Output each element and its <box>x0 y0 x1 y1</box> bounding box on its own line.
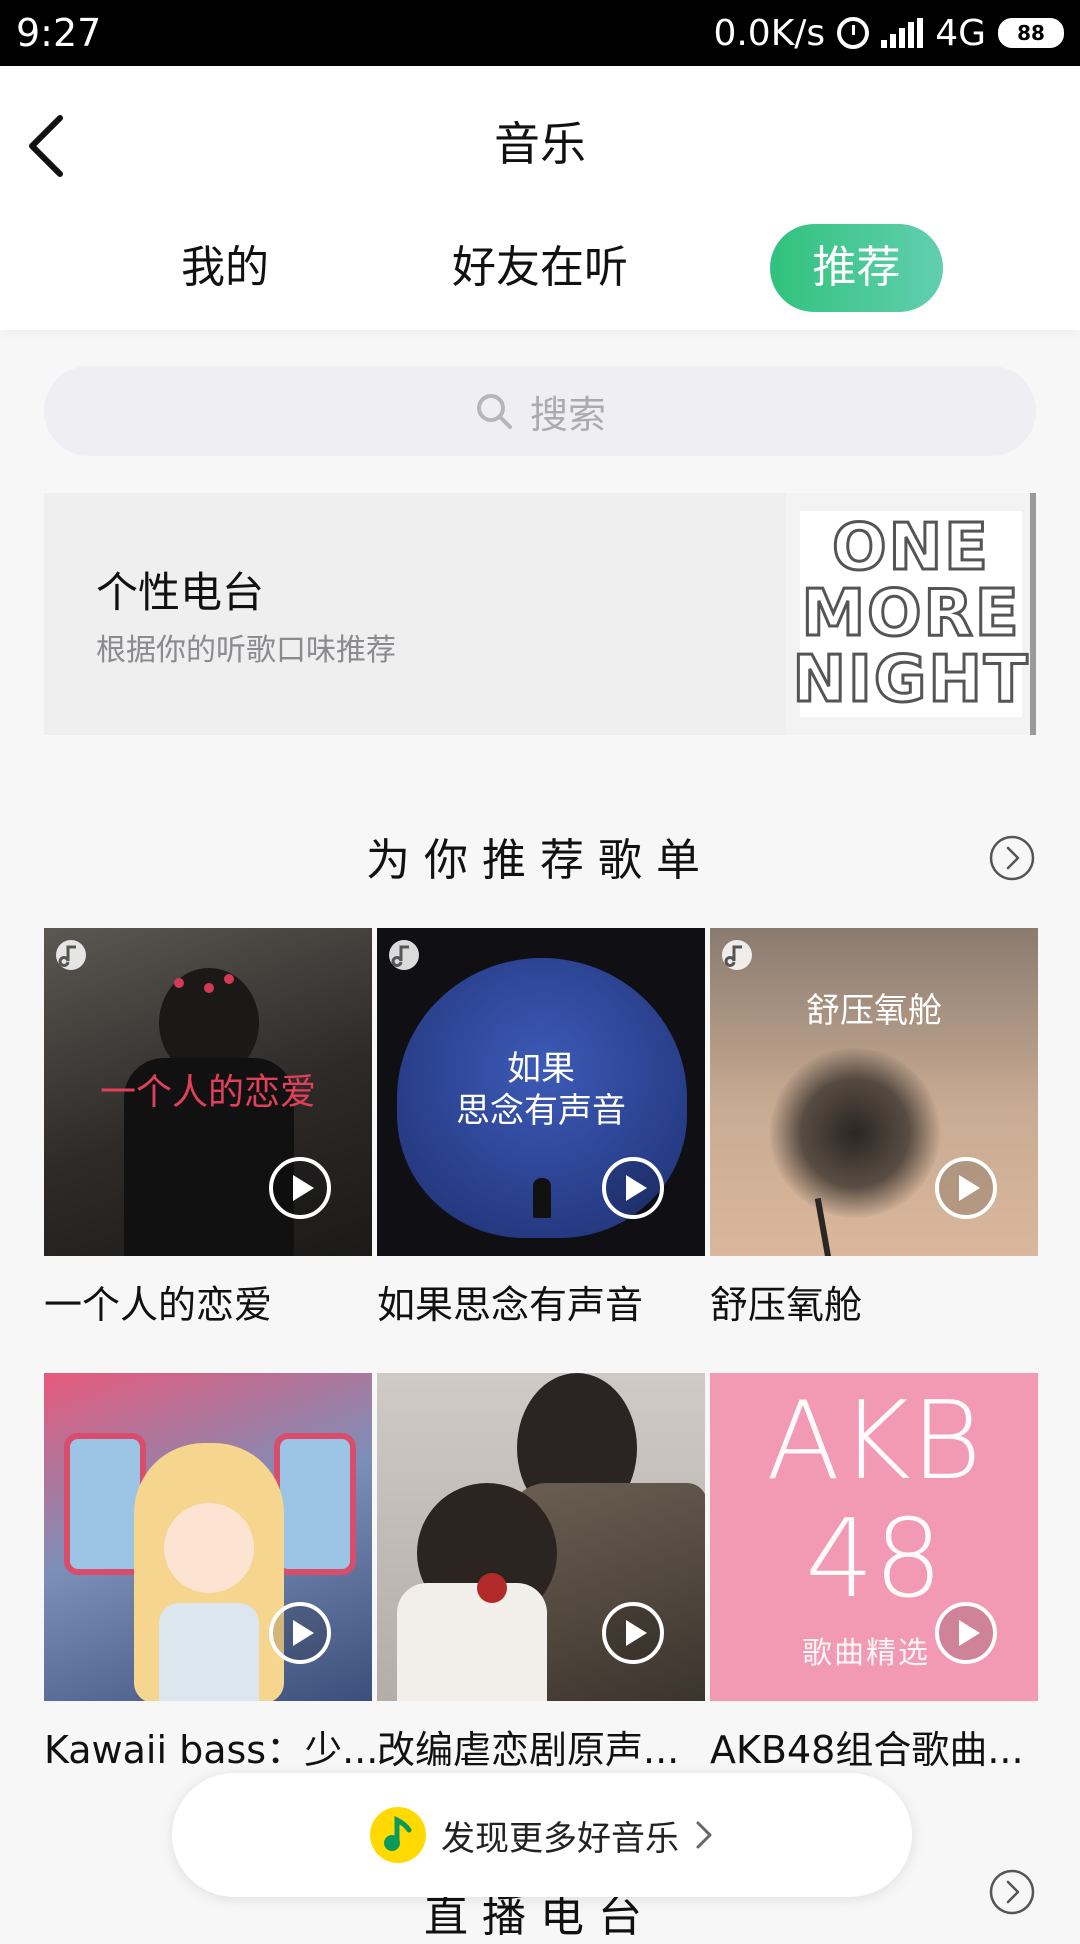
tab-mine[interactable]: 我的 <box>165 224 285 312</box>
alarm-icon <box>837 17 870 49</box>
signal-icon <box>881 18 924 48</box>
personal-radio-card[interactable]: 个性电台 根据你的听歌口味推荐 ONE MORE NIGHT <box>44 493 1036 735</box>
play-icon[interactable] <box>601 1156 665 1220</box>
playlist-title: 一个人的恋爱 <box>44 1283 273 1327</box>
playlist-cover: 舒压氧舱 <box>710 928 1038 1256</box>
battery-level: 88 <box>1017 21 1045 45</box>
playlist-cover <box>44 1373 372 1701</box>
more-arrow-icon[interactable] <box>988 1868 1036 1916</box>
radio-subtitle: 根据你的听歌口味推荐 <box>96 633 396 668</box>
playlist-title: 如果思念有声音 <box>377 1283 644 1327</box>
search-icon <box>476 394 512 429</box>
cover-title: 舒压氧舱 <box>806 991 942 1031</box>
battery-icon: 88 <box>998 18 1064 48</box>
network-type: 4G <box>935 12 986 54</box>
more-arrow-icon[interactable] <box>988 834 1036 882</box>
section-title-recommend: 为你推荐歌单 <box>366 835 714 886</box>
cover-title: 一个人的恋爱 <box>99 1072 316 1113</box>
music-badge-icon <box>389 940 419 970</box>
qq-music-note-icon <box>370 1807 426 1863</box>
album-art: ONE MORE NIGHT <box>791 511 1029 717</box>
chevron-right-icon <box>696 1821 712 1849</box>
tab-friends-listening[interactable]: 好友在听 <box>440 224 640 312</box>
discover-more-button[interactable]: 发现更多好音乐 <box>172 1773 912 1897</box>
radio-title: 个性电台 <box>96 568 265 617</box>
cover-title: 如果 思念有声音 <box>456 1049 626 1131</box>
discover-label: 发现更多好音乐 <box>441 1818 679 1859</box>
playlist-cover: 如果 思念有声音 <box>377 928 705 1256</box>
playlist-cover: AKB 48 歌曲精选 <box>710 1373 1038 1701</box>
status-bar: 9:27 0.0K/s 4G 88 <box>0 0 1080 66</box>
play-icon[interactable] <box>601 1601 665 1665</box>
cover-title: AKB 48 <box>766 1379 982 1622</box>
play-icon[interactable] <box>268 1601 332 1665</box>
playlist-title: Kawaii bass：少... <box>44 1728 379 1772</box>
playlist-title: 舒压氧舱 <box>710 1283 863 1327</box>
cover-line-3: NIGHT <box>791 643 1030 717</box>
music-badge-icon <box>722 940 752 970</box>
play-icon[interactable] <box>934 1156 998 1220</box>
play-icon[interactable] <box>934 1601 998 1665</box>
status-time: 9:27 <box>16 11 102 55</box>
playlist-cover <box>377 1373 705 1701</box>
play-icon[interactable] <box>268 1156 332 1220</box>
cover-line-2: MORE <box>800 577 1021 651</box>
cover-subtitle: 歌曲精选 <box>802 1636 930 1671</box>
network-speed: 0.0K/s <box>713 12 826 54</box>
playlist-title: AKB48组合歌曲... <box>710 1728 1024 1772</box>
playlist-title: 改编虐恋剧原声... <box>377 1728 680 1772</box>
search-input[interactable]: 搜索 <box>44 366 1036 456</box>
music-badge-icon <box>56 940 86 970</box>
app-header: 音乐 我的 好友在听 推荐 <box>0 66 1080 330</box>
page-title: 音乐 <box>494 117 586 171</box>
search-placeholder: 搜索 <box>529 392 606 437</box>
cover-line-1: ONE <box>831 511 990 585</box>
status-icons: 0.0K/s 4G 88 <box>713 13 1064 54</box>
tab-recommend[interactable]: 推荐 <box>770 224 943 312</box>
playlist-cover: 一个人的恋爱 <box>44 928 372 1256</box>
radio-album-cover: ONE MORE NIGHT <box>786 493 1036 735</box>
